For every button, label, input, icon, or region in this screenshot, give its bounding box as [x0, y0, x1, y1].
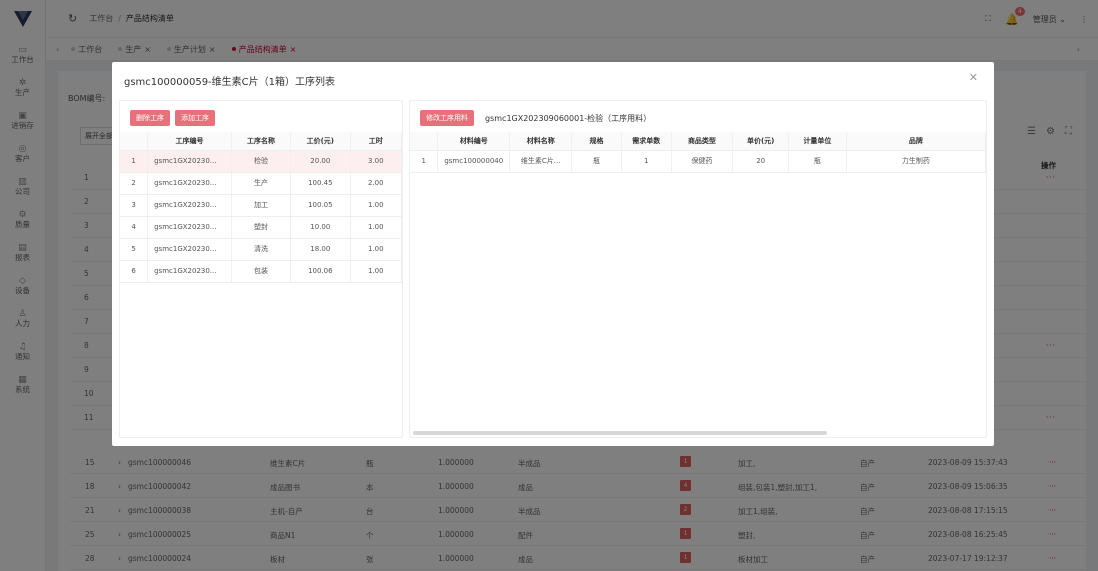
table-cell: 4 [120, 216, 149, 239]
close-icon[interactable]: ✕ [969, 71, 978, 84]
table-row[interactable]: 3 gsmc1GX20230... 加工 100.05 1.00 [120, 194, 403, 217]
process-panel: 删除工序 添加工序 工序编号 工序名称 工价(元) 工时 1 gsmc1GX20230.… [119, 100, 403, 438]
column-header: 需求单数 [621, 132, 672, 151]
table-cell: 1.00 [350, 238, 403, 261]
table-row[interactable]: 1 gsmc1GX20230... 检验 20.00 3.00 [120, 150, 403, 173]
table-cell: 1.00 [350, 216, 403, 239]
column-header: 计量单位 [788, 132, 847, 151]
table-cell: 100.05 [290, 194, 351, 217]
table-cell: 维生素C片... [509, 150, 573, 173]
table-cell: 1 [621, 150, 672, 173]
table-cell: gsmc1GX20230... [147, 172, 232, 195]
table-cell: 保健药 [671, 150, 734, 173]
table-cell: gsmc1GX20230... [147, 150, 232, 173]
table-cell: 1.00 [350, 194, 403, 217]
column-header: 工序名称 [231, 132, 292, 151]
column-header: 材料名称 [509, 132, 573, 151]
delete-process-button[interactable]: 删除工序 [130, 110, 170, 126]
table-cell: 100.06 [290, 260, 351, 283]
edit-material-button[interactable]: 修改工序用料 [420, 110, 474, 126]
table-cell: 100.45 [290, 172, 351, 195]
table-row[interactable]: 4 gsmc1GX20230... 塑封 10.00 1.00 [120, 216, 403, 239]
column-header: 单价(元) [732, 132, 790, 151]
column-header: 材料编号 [437, 132, 511, 151]
table-cell: gsmc1GX20230... [147, 260, 232, 283]
table-cell: gsmc1GX20230... [147, 238, 232, 261]
table-row[interactable]: 2 gsmc1GX20230... 生产 100.45 2.00 [120, 172, 403, 195]
table-cell: 生产 [231, 172, 292, 195]
add-process-button[interactable]: 添加工序 [175, 110, 215, 126]
table-cell: 10.00 [290, 216, 351, 239]
table-cell: 1 [410, 150, 439, 173]
table-cell: 5 [120, 238, 149, 261]
table-cell: 6 [120, 260, 149, 283]
table-cell: 塑封 [231, 216, 292, 239]
material-panel-title: gsmc1GX202309060001-检验（工序用料） [485, 113, 652, 123]
column-header: 规格 [571, 132, 622, 151]
column-header [120, 132, 149, 151]
table-cell: 2 [120, 172, 149, 195]
table-cell: 2.00 [350, 172, 403, 195]
table-cell: 瓶 [788, 150, 847, 173]
table-cell: 加工 [231, 194, 292, 217]
column-header [410, 132, 439, 151]
table-cell: gsmc100000040 [437, 150, 511, 173]
process-table: 工序编号 工序名称 工价(元) 工时 1 gsmc1GX20230... 检验 20.00 3… [120, 132, 403, 283]
table-cell: 1 [120, 150, 149, 173]
table-cell: gsmc1GX20230... [147, 194, 232, 217]
table-cell: 包装 [231, 260, 292, 283]
table-cell: 清洗 [231, 238, 292, 261]
dialog-title: gsmc100000059-维生素C片（1箱）工序列表 [124, 77, 336, 88]
column-header: 品牌 [846, 132, 987, 151]
table-cell: 20.00 [290, 150, 351, 173]
table-cell: gsmc1GX20230... [147, 216, 232, 239]
column-header: 工序编号 [147, 132, 232, 151]
horizontal-scrollbar[interactable] [413, 431, 827, 435]
process-list-dialog: gsmc100000059-维生素C片（1箱）工序列表 ✕ 删除工序 添加工序 … [112, 62, 994, 446]
table-cell: 3 [120, 194, 149, 217]
table-row[interactable]: 1 gsmc100000040 维生素C片... 瓶 1 保健药 20 瓶力生制药 [410, 150, 987, 173]
table-cell: 力生制药 [846, 150, 987, 173]
column-header: 工时 [350, 132, 403, 151]
table-row[interactable]: 6 gsmc1GX20230... 包装 100.06 1.00 [120, 260, 403, 283]
material-panel: 修改工序用料 gsmc1GX202309060001-检验（工序用料） 材料编号… [409, 100, 987, 438]
column-header: 商品类型 [671, 132, 734, 151]
table-cell: 检验 [231, 150, 292, 173]
modal-overlay: gsmc100000059-维生素C片（1箱）工序列表 ✕ 删除工序 添加工序 … [0, 0, 1098, 571]
table-row[interactable]: 5 gsmc1GX20230... 清洗 18.00 1.00 [120, 238, 403, 261]
table-cell: 18.00 [290, 238, 351, 261]
table-cell: 20 [732, 150, 790, 173]
material-table: 材料编号 材料名称 规格 需求单数 商品类型 单价(元) 计量单位 品牌 1 gsmc10000… [410, 132, 987, 173]
table-cell: 3.00 [350, 150, 403, 173]
table-cell: 瓶 [571, 150, 622, 173]
table-cell: 1.00 [350, 260, 403, 283]
column-header: 工价(元) [290, 132, 351, 151]
